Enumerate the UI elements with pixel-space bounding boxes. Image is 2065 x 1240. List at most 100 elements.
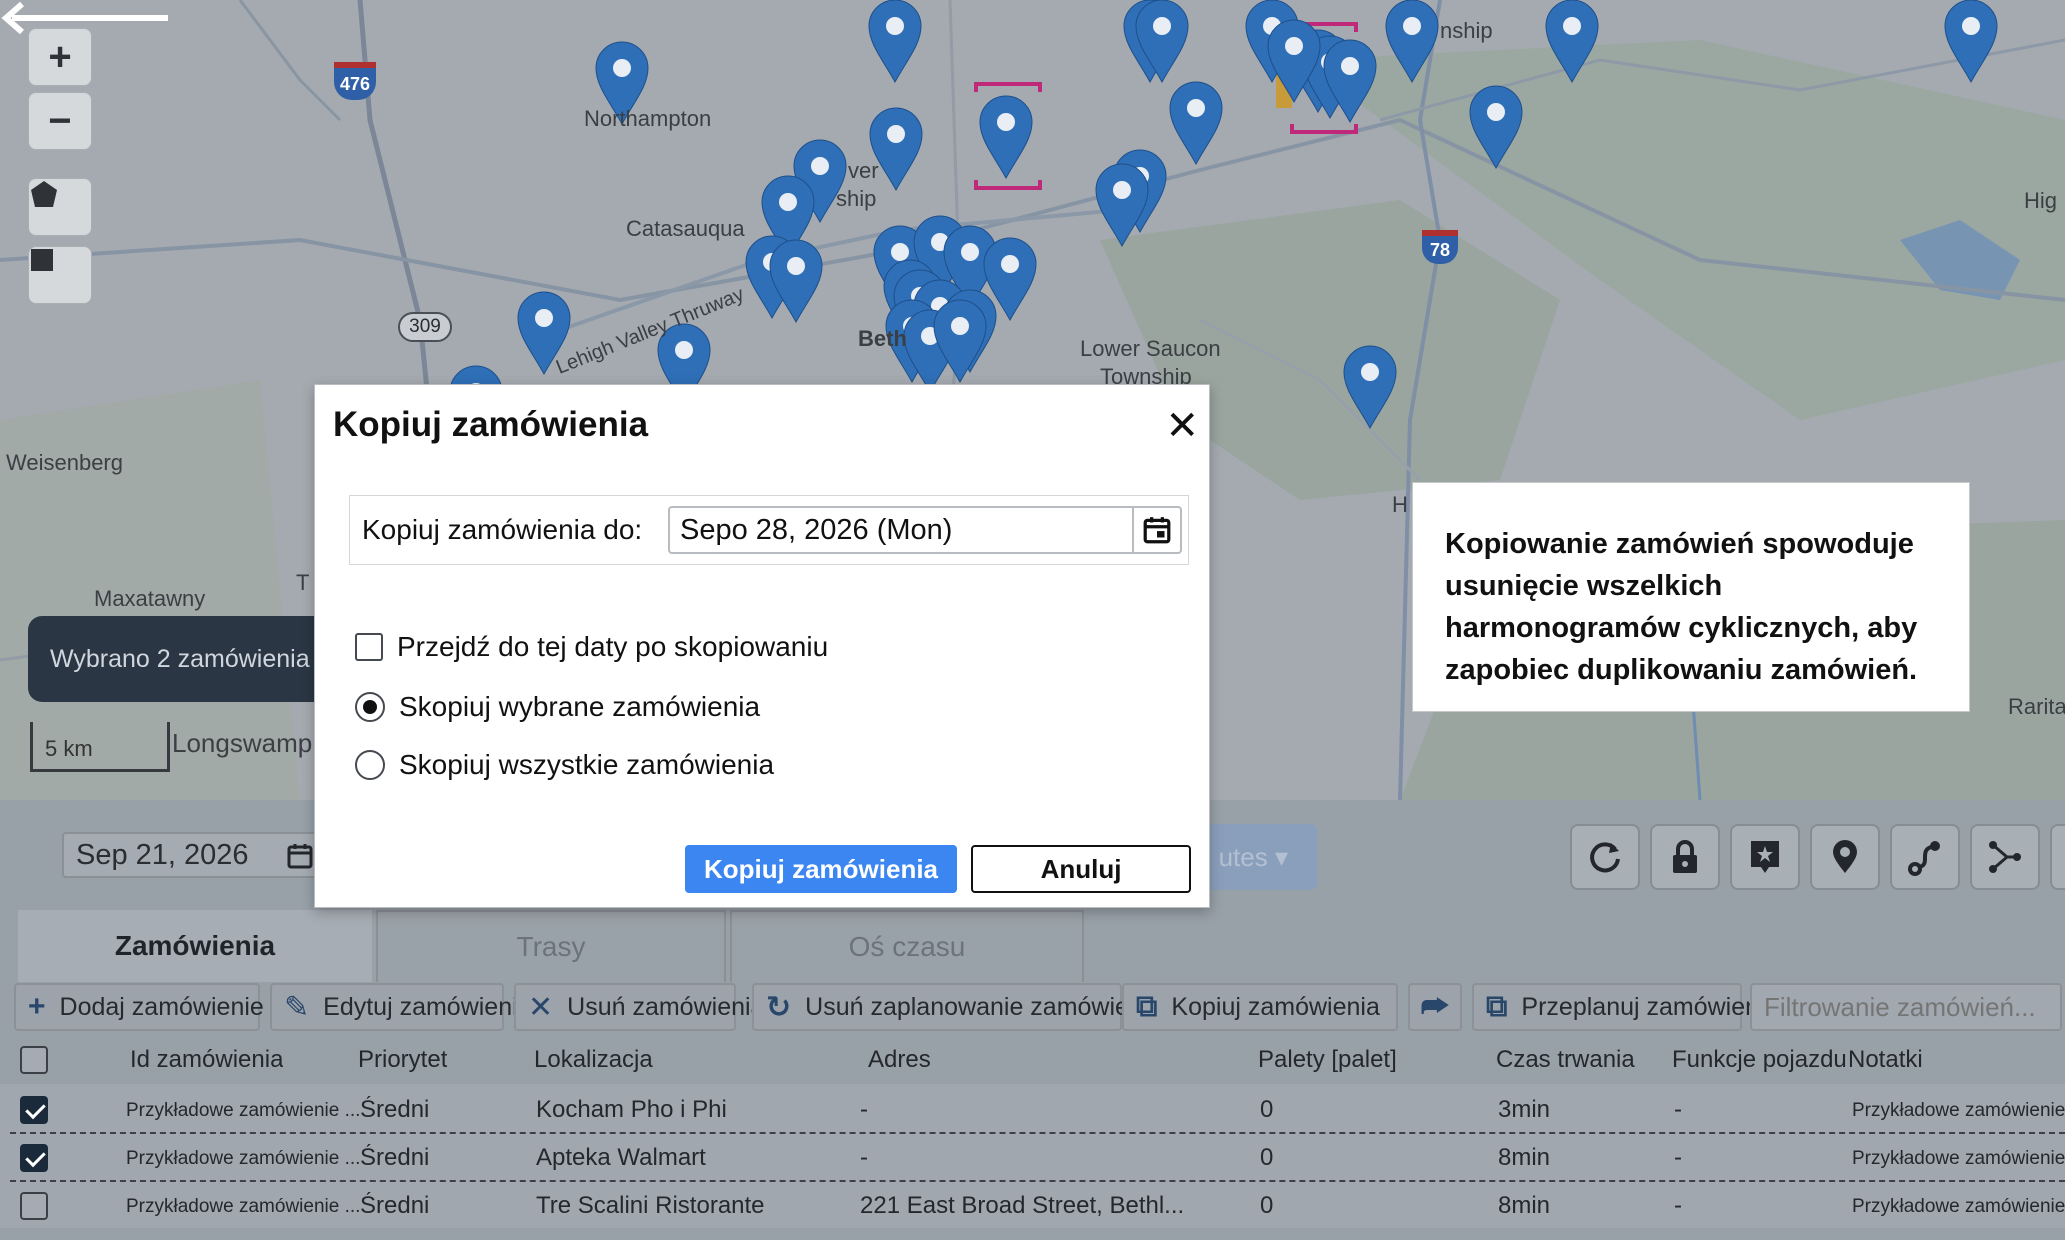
cell-priority: Średni	[360, 1096, 430, 1123]
row-checkbox[interactable]	[20, 1192, 48, 1220]
map-label-hanover-ver: ver	[848, 158, 879, 183]
header-vehicle-features[interactable]: Funkcje pojazdu	[1672, 1046, 1847, 1074]
zoom-in-button[interactable]: +	[28, 28, 92, 86]
table-row[interactable]: Przykładowe zamówienie ... Średni Apteka…	[0, 1134, 2065, 1180]
cell-features: -	[1674, 1096, 1682, 1123]
map-label-longswamp: Longswamp	[172, 728, 313, 758]
delete-orders-button[interactable]: ✕ Usuń zamówienia	[514, 983, 764, 1031]
unschedule-orders-label: Usuń zaplanowanie zamówień	[805, 992, 1143, 1021]
schedule-date-text: Sep 21, 2026	[76, 838, 249, 871]
copy-selected-radio[interactable]	[355, 692, 385, 722]
copy-all-option[interactable]: Skopiuj wszystkie zamówienia	[355, 749, 774, 781]
cell-location: Tre Scalini Ristorante	[536, 1192, 765, 1219]
header-notes[interactable]: Notatki	[1848, 1046, 1923, 1074]
route-button[interactable]	[1890, 824, 1960, 890]
header-pallets[interactable]: Palety [palet]	[1258, 1046, 1397, 1074]
map-pin-dot	[1285, 37, 1303, 55]
cell-features: -	[1674, 1192, 1682, 1219]
header-duration[interactable]: Czas trwania	[1496, 1046, 1635, 1074]
map-pin-dot	[787, 257, 805, 275]
map-label-beth: Beth	[858, 326, 907, 351]
route-split-icon	[1989, 841, 2021, 873]
refresh-icon	[1590, 842, 1620, 873]
map-pin-dot	[1113, 181, 1131, 199]
optimize-route-button[interactable]	[1970, 824, 2040, 890]
plus-icon: +	[28, 990, 46, 1023]
zoom-out-button[interactable]: −	[28, 92, 92, 150]
highway-shield-476: 476	[334, 62, 376, 100]
map-label-lower-saucon: Lower Saucon	[1080, 336, 1221, 361]
add-order-label: Dodaj zamówienie	[59, 992, 264, 1021]
map-pin-dot	[1563, 17, 1581, 35]
cell-pallets: 0	[1260, 1192, 1274, 1219]
polygon-icon	[31, 181, 57, 207]
header-address[interactable]: Adres	[868, 1046, 931, 1074]
draw-rectangle-button[interactable]	[28, 246, 92, 304]
row-checkbox[interactable]	[20, 1144, 48, 1172]
goto-date-checkbox[interactable]	[355, 633, 383, 661]
select-all-checkbox[interactable]	[20, 1046, 48, 1074]
callout-arrow-icon	[1, 1, 168, 35]
table-header-row: Id zamówienia Priorytet Lokalizacja Adre…	[0, 1036, 2065, 1082]
cancel-button[interactable]: Anuluj	[971, 845, 1191, 893]
map-pin-dot	[887, 125, 905, 143]
cell-id: Przykładowe zamówienie ...	[126, 1148, 361, 1169]
orders-toolbar: + Dodaj zamówienie ✎ Edytuj zamówienia ✕ Us…	[14, 983, 2064, 1031]
map-pin-dot	[891, 243, 909, 261]
copy-orders-label: Kopiuj zamówienia	[1171, 992, 1380, 1021]
row-checkbox[interactable]	[20, 1096, 48, 1124]
export-button[interactable]: ⮫	[1408, 983, 1462, 1031]
header-id[interactable]: Id zamówienia	[130, 1046, 283, 1074]
map-pin-dot	[886, 17, 904, 35]
goto-date-option[interactable]: Przejdź do tej daty po skopiowaniu	[355, 631, 828, 663]
copy-selected-option[interactable]: Skopiuj wybrane zamówienia	[355, 691, 760, 723]
add-order-button[interactable]: + Dodaj zamówienie	[14, 983, 264, 1031]
calendar-icon[interactable]	[286, 842, 314, 870]
location-pin-button[interactable]	[1810, 824, 1880, 890]
map-pin-dot	[675, 341, 693, 359]
header-location[interactable]: Lokalizacja	[534, 1046, 653, 1074]
unschedule-orders-button[interactable]: ↻ Usuń zaplanowanie zamówień	[752, 983, 1143, 1031]
calendar-icon	[1143, 517, 1171, 544]
map-label-weisenberg: Weisenberg	[6, 450, 123, 475]
map-pin-dot	[1487, 103, 1505, 121]
map-label-t: T	[296, 570, 310, 595]
bookmark-button[interactable]	[1730, 824, 1800, 890]
table-row[interactable]: Przykładowe zamówienie ... Średni Tre Sc…	[0, 1182, 2065, 1228]
table-row[interactable]: Przykładowe zamówienie ... Średni Kocham…	[0, 1086, 2065, 1132]
reschedule-orders-label: Przeplanuj zamówienia	[1521, 992, 1779, 1021]
map-pin-dot	[1403, 17, 1421, 35]
lock-button[interactable]	[1650, 824, 1720, 890]
copy-orders-button[interactable]: ⧉ Kopiuj zamówienia	[1122, 983, 1398, 1031]
tab-orders[interactable]: Zamówienia	[18, 910, 372, 982]
edit-orders-button[interactable]: ✎ Edytuj zamówienia	[270, 983, 532, 1031]
refresh-button[interactable]	[1570, 824, 1640, 890]
more-tools-button[interactable]	[2050, 824, 2065, 890]
cell-priority: Średni	[360, 1144, 430, 1171]
map-pin-icon	[1833, 840, 1857, 873]
map-pin-dot	[951, 317, 969, 335]
map-pin-dot	[1153, 17, 1171, 35]
header-priority[interactable]: Priorytet	[358, 1046, 447, 1074]
copy-all-radio[interactable]	[355, 750, 385, 780]
target-date-input[interactable]	[668, 506, 1182, 554]
map-pin-dot	[1361, 363, 1379, 381]
filter-orders-input[interactable]	[1750, 983, 2062, 1031]
schedule-date-picker[interactable]: Sep 21, 2026	[62, 832, 322, 878]
map-label-catasauqua: Catasauqua	[626, 216, 745, 241]
map-pin-dot	[997, 113, 1015, 131]
export-icon: ⮫	[1421, 990, 1449, 1023]
cell-address: -	[860, 1144, 868, 1171]
cell-notes: Przykładowe zamówienie	[1852, 1148, 2065, 1169]
calendar-button[interactable]	[1132, 508, 1180, 552]
copy-selected-label: Skopiuj wybrane zamówienia	[399, 691, 761, 722]
map-pin-dot	[535, 309, 553, 327]
tab-timeline[interactable]: Oś czasu	[730, 910, 1084, 982]
draw-polygon-button[interactable]	[28, 178, 92, 236]
cell-duration: 8min	[1498, 1192, 1551, 1219]
reschedule-orders-button[interactable]: ⧉ Przeplanuj zamówienia	[1472, 983, 1779, 1031]
close-icon[interactable]: ✕	[1165, 403, 1199, 449]
tab-routes[interactable]: Trasy	[376, 910, 726, 982]
confirm-copy-button[interactable]: Kopiuj zamówienia	[685, 845, 957, 893]
bookmark-star-icon	[1751, 841, 1779, 873]
